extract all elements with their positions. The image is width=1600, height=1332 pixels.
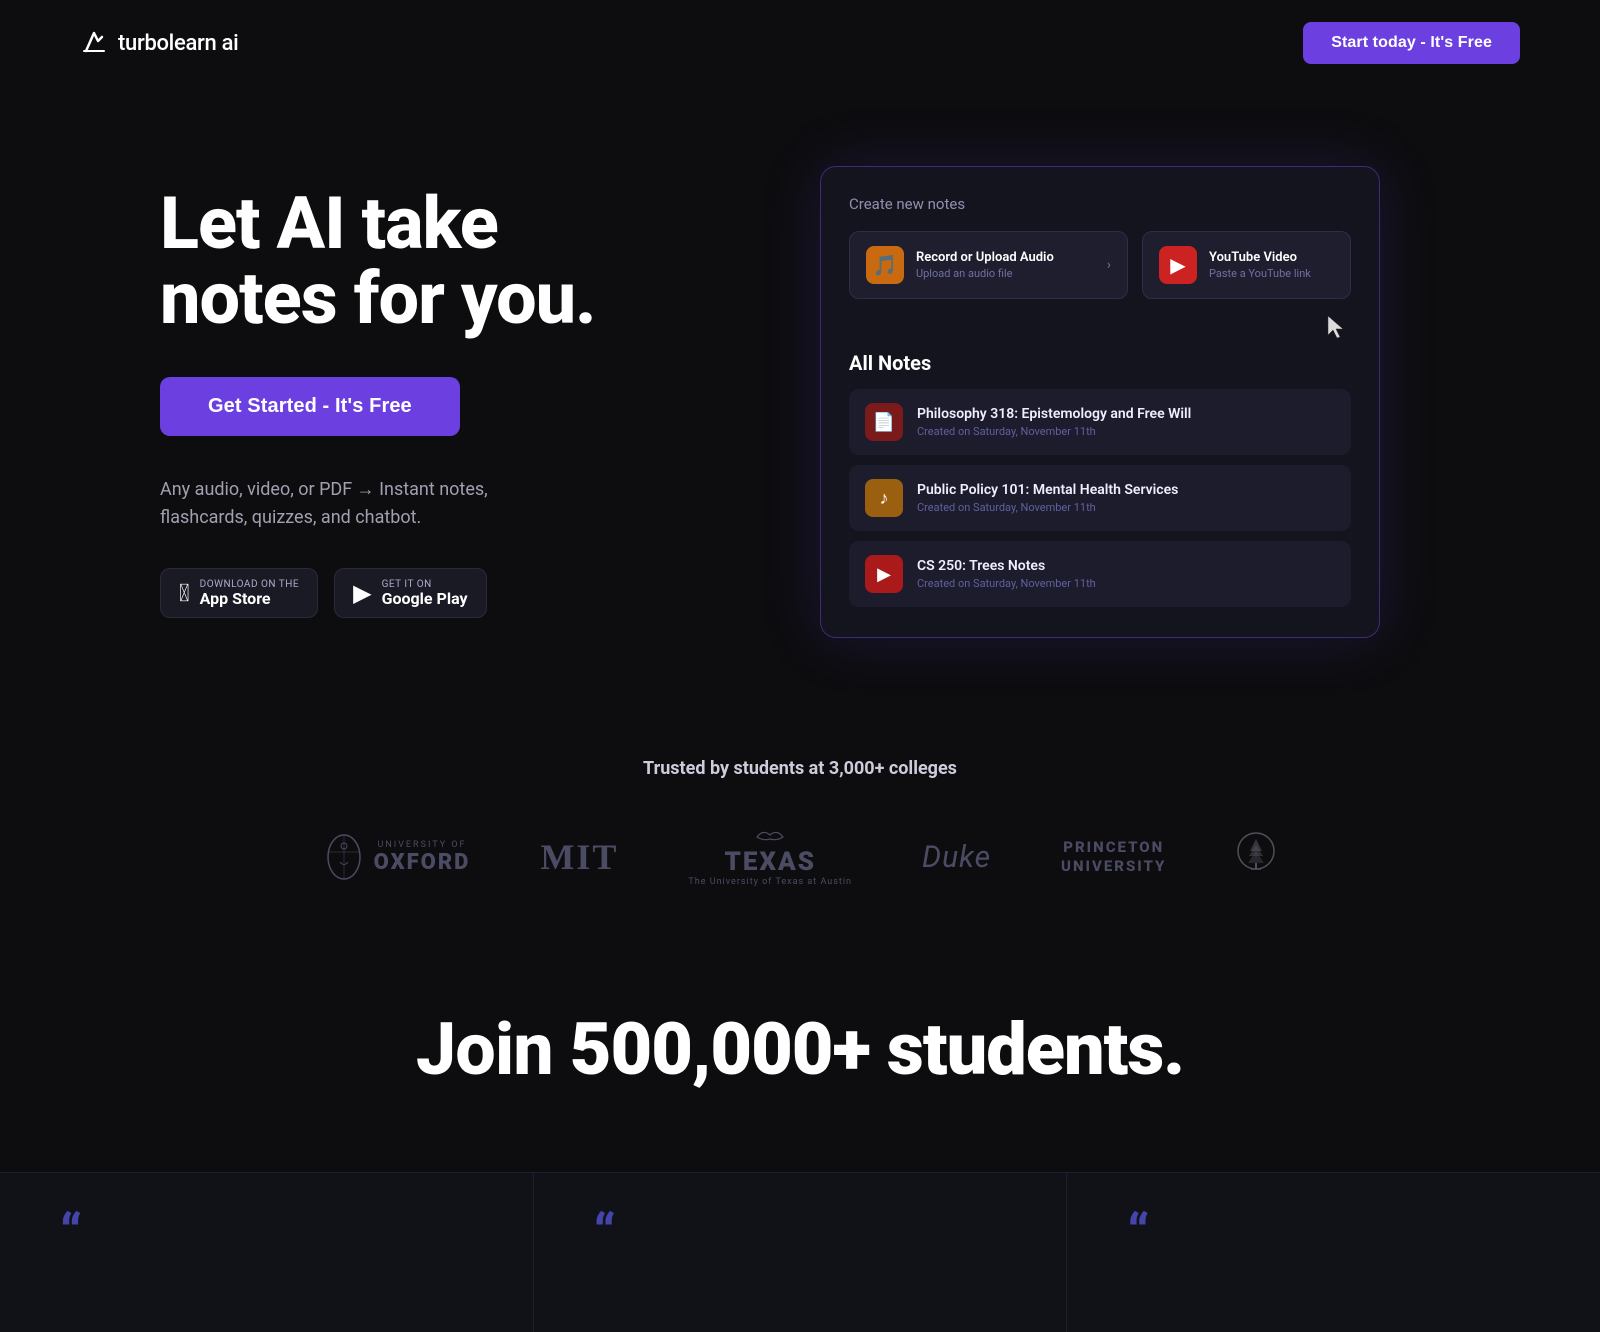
notes-list: 📄 Philosophy 318: Epistemology and Free … (849, 389, 1351, 607)
join-title: Join 500,000+ students. (80, 1007, 1520, 1092)
youtube-upload-option[interactable]: ▶ YouTube Video Paste a YouTube link (1142, 231, 1351, 299)
join-count: 500,000+ students. (570, 1007, 1184, 1092)
hero-section: Let AI take notes for you. Get Started -… (0, 86, 1600, 698)
princeton-logo: PRINCETONUNIVERSITY (1061, 838, 1166, 877)
audio-option-icon: 🎵 (866, 246, 904, 284)
duke-text: Duke (922, 840, 991, 875)
duke-logo: Duke (922, 840, 991, 875)
testimonial-card-1: “ (0, 1172, 533, 1332)
hero-subtitle: Any audio, video, or PDF → Instant notes… (160, 476, 620, 532)
oxford-university-of: UNIVERSITY OF (374, 840, 471, 850)
app-store-text: Download on the App Store (200, 579, 299, 608)
texas-logo: TEXAS The University of Texas at Austin (688, 827, 852, 887)
note-title-2: Public Policy 101: Mental Health Service… (917, 482, 1178, 498)
audio-option-title: Record or Upload Audio (916, 250, 1095, 265)
colleges-row: UNIVERSITY OF OXFORD MIT TEXAS The Unive… (80, 827, 1520, 887)
logo: turbolearn ai (80, 29, 239, 57)
cursor-icon (1323, 313, 1351, 341)
quote-mark-3: “ (1127, 1213, 1540, 1255)
audio-upload-option[interactable]: 🎵 Record or Upload Audio Upload an audio… (849, 231, 1128, 299)
quote-mark-1: “ (60, 1213, 473, 1255)
demo-card: Create new notes 🎵 Record or Upload Audi… (820, 166, 1380, 638)
youtube-option-title: YouTube Video (1209, 250, 1334, 265)
note-date-1: Created on Saturday, November 11th (917, 425, 1191, 438)
youtube-option-subtitle: Paste a YouTube link (1209, 267, 1334, 280)
apple-icon:  (179, 581, 190, 605)
testimonial-card-3: “ (1067, 1172, 1600, 1332)
note-text-3: CS 250: Trees Notes Created on Saturday,… (917, 558, 1096, 590)
demo-card-title: Create new notes (849, 195, 1351, 213)
note-icon-pdf: 📄 (865, 403, 903, 441)
audio-option-subtitle: Upload an audio file (916, 267, 1095, 280)
logo-icon (80, 29, 108, 57)
start-today-button[interactable]: Start today - It's Free (1303, 22, 1520, 64)
oxford-logo: UNIVERSITY OF OXFORD (324, 832, 471, 882)
note-item-1[interactable]: 📄 Philosophy 318: Epistemology and Free … (849, 389, 1351, 455)
mit-text: MIT (540, 837, 618, 877)
app-store-badge[interactable]:  Download on the App Store (160, 568, 318, 619)
testimonial-card-2: “ (533, 1172, 1068, 1332)
join-section: Join 500,000+ students. (0, 927, 1600, 1132)
trusted-title: Trusted by students at 3,000+ colleges (80, 758, 1520, 779)
note-date-2: Created on Saturday, November 11th (917, 501, 1178, 514)
navbar: turbolearn ai Start today - It's Free (0, 0, 1600, 86)
google-play-badge[interactable]: ▶ GET IT ON Google Play (334, 568, 486, 619)
google-play-text: GET IT ON Google Play (382, 579, 468, 608)
youtube-option-icon: ▶ (1159, 246, 1197, 284)
hero-left: Let AI take notes for you. Get Started -… (160, 186, 620, 619)
upload-options: 🎵 Record or Upload Audio Upload an audio… (849, 231, 1351, 299)
cursor-area (849, 313, 1351, 341)
hero-title: Let AI take notes for you. (160, 186, 620, 337)
hero-subtitle-line1: Any audio, video, or PDF → Instant notes… (160, 479, 488, 500)
texas-longhorn-icon (755, 827, 785, 847)
google-play-icon: ▶ (353, 581, 371, 605)
note-item-2[interactable]: ♪ Public Policy 101: Mental Health Servi… (849, 465, 1351, 531)
note-date-3: Created on Saturday, November 11th (917, 577, 1096, 590)
mit-logo: MIT (540, 836, 618, 878)
all-notes-label: All Notes (849, 351, 1351, 375)
note-icon-audio: ♪ (865, 479, 903, 517)
princeton-text: PRINCETONUNIVERSITY (1061, 838, 1166, 876)
note-title-3: CS 250: Trees Notes (917, 558, 1096, 574)
stanford-tree-icon (1236, 831, 1276, 879)
app-store-label-large: App Store (200, 590, 299, 608)
oxford-crest-icon (324, 832, 364, 882)
note-icon-yt: ▶ (865, 555, 903, 593)
app-badges:  Download on the App Store ▶ GET IT ON … (160, 568, 620, 619)
note-text-1: Philosophy 318: Epistemology and Free Wi… (917, 406, 1191, 438)
note-title-1: Philosophy 318: Epistemology and Free Wi… (917, 406, 1191, 422)
hero-right: Create new notes 🎵 Record or Upload Audi… (680, 166, 1520, 638)
quote-mark-2: “ (594, 1213, 1007, 1255)
audio-option-arrow: › (1107, 257, 1111, 273)
join-prefix: Join (416, 1007, 570, 1092)
texas-subtitle: The University of Texas at Austin (688, 877, 852, 887)
note-item-3[interactable]: ▶ CS 250: Trees Notes Created on Saturda… (849, 541, 1351, 607)
audio-option-text: Record or Upload Audio Upload an audio f… (916, 250, 1095, 280)
oxford-text: UNIVERSITY OF OXFORD (374, 840, 471, 875)
logo-text: turbolearn ai (118, 31, 239, 56)
stanford-logo (1236, 831, 1276, 883)
note-text-2: Public Policy 101: Mental Health Service… (917, 482, 1178, 514)
testimonials-section: “ “ “ (0, 1172, 1600, 1332)
youtube-option-text: YouTube Video Paste a YouTube link (1209, 250, 1334, 280)
google-play-label-large: Google Play (382, 590, 468, 608)
oxford-name: OXFORD (374, 850, 471, 875)
texas-text: TEXAS (724, 847, 816, 877)
hero-subtitle-line2: flashcards, quizzes, and chatbot. (160, 507, 421, 528)
get-started-button[interactable]: Get Started - It's Free (160, 377, 460, 436)
trusted-section: Trusted by students at 3,000+ colleges U… (0, 698, 1600, 927)
